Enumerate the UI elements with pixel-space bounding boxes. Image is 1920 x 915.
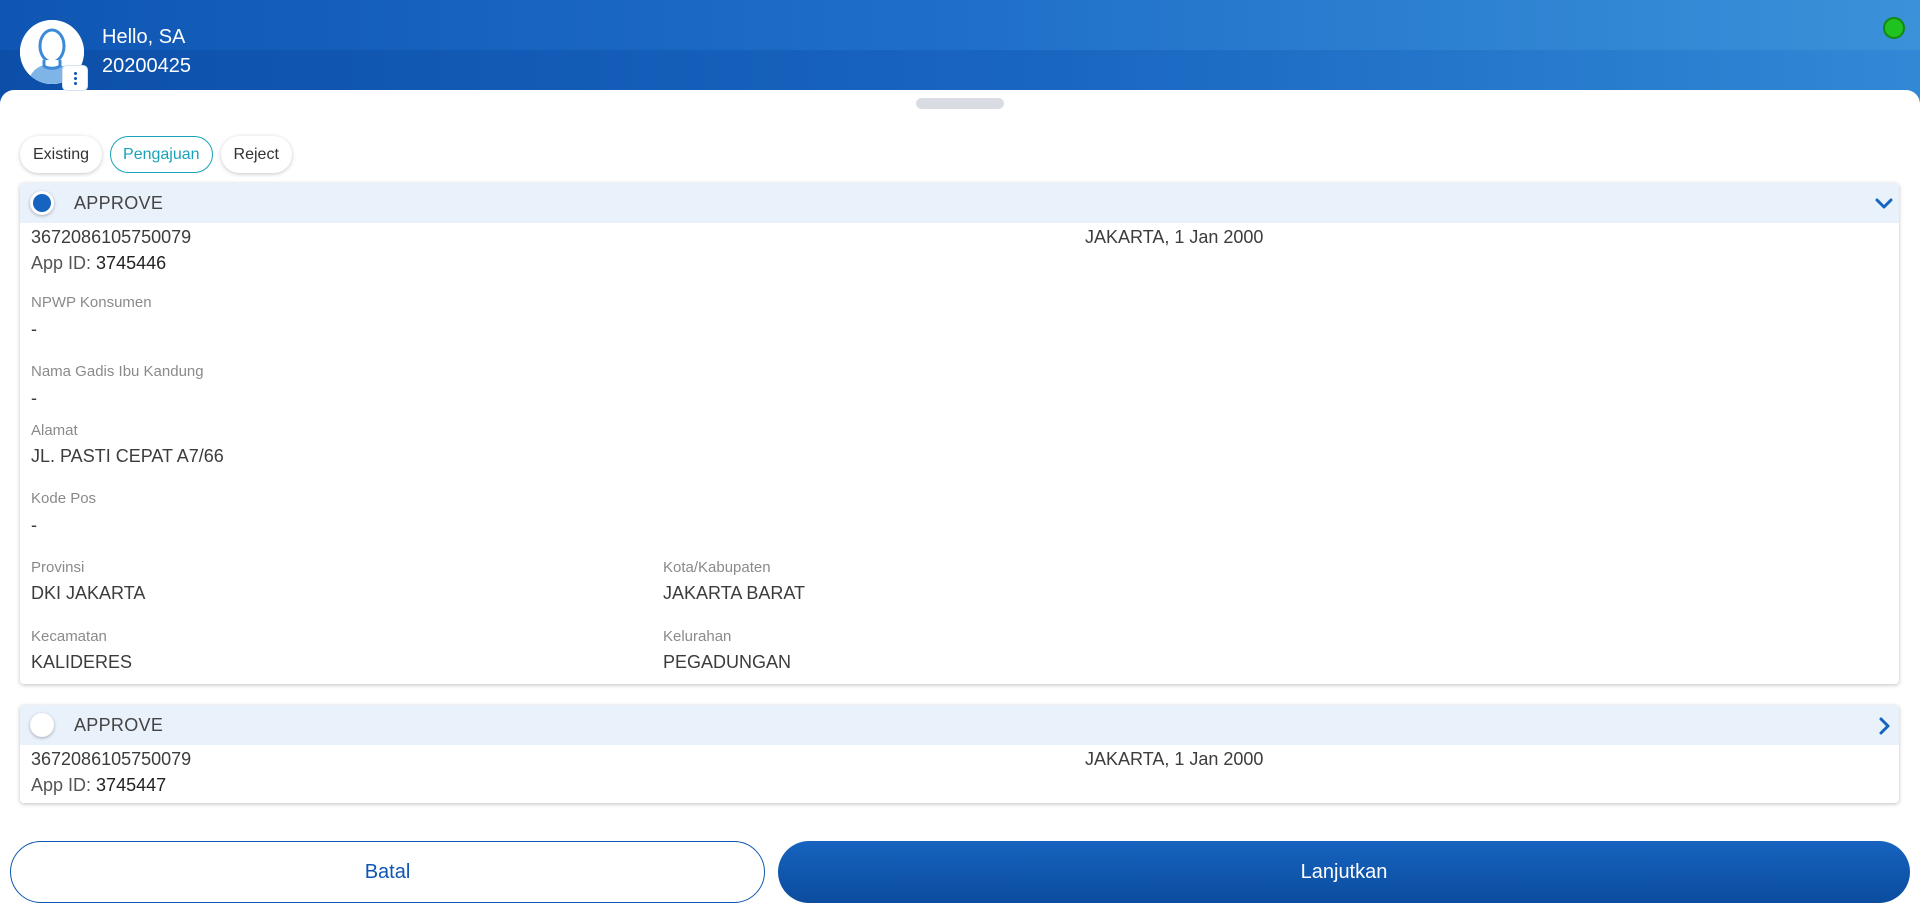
address-label: Alamat <box>31 422 78 439</box>
more-vertical-icon[interactable] <box>63 66 87 90</box>
tab-pengajuan[interactable]: Pengajuan <box>110 136 213 173</box>
city-label: Kota/Kabupaten <box>663 559 771 576</box>
online-status-indicator <box>1883 17 1905 39</box>
app-id-label: App ID: <box>31 775 92 795</box>
chevron-right-icon[interactable] <box>1873 715 1895 737</box>
filter-tabs: Existing Pengajuan Reject <box>20 136 292 173</box>
app-id-label: App ID: <box>31 253 92 273</box>
drag-handle[interactable] <box>916 98 1004 109</box>
city-value: JAKARTA BARAT <box>663 583 806 603</box>
select-radio[interactable] <box>30 713 54 737</box>
province-value: DKI JAKARTA <box>31 583 146 603</box>
birth-info: JAKARTA, 1 Jan 2000 <box>1085 749 1264 769</box>
tab-reject[interactable]: Reject <box>220 136 292 173</box>
cancel-button[interactable]: Batal <box>10 841 765 903</box>
subdistrict-label: Kelurahan <box>663 628 732 645</box>
select-radio[interactable] <box>30 191 54 215</box>
nik-value: 3672086105750079 <box>31 227 192 247</box>
greeting-text: Hello, SA <box>102 26 186 48</box>
district-value: KALIDERES <box>31 652 133 672</box>
mother-name-label: Nama Gadis Ibu Kandung <box>31 363 204 380</box>
app-id: App ID: 3745446 <box>31 253 166 274</box>
application-status: APPROVE <box>74 192 164 213</box>
app-id: App ID: 3745447 <box>31 775 166 796</box>
district-label: Kecamatan <box>31 628 107 645</box>
postal-code-label: Kode Pos <box>31 490 97 507</box>
user-id: 20200425 <box>102 55 191 77</box>
chevron-down-icon[interactable] <box>1873 193 1895 215</box>
postal-code-value: - <box>31 515 37 535</box>
bottom-sheet: Existing Pengajuan Reject APPROVE 367208… <box>0 90 1920 915</box>
application-card: APPROVE 3672086105750079 JAKARTA, 1 Jan … <box>20 705 1899 803</box>
continue-button[interactable]: Lanjutkan <box>778 841 1910 903</box>
province-label: Provinsi <box>31 559 85 576</box>
application-status: APPROVE <box>74 714 164 735</box>
card-header[interactable]: APPROVE <box>20 705 1899 745</box>
npwp-label: NPWP Konsumen <box>31 294 152 311</box>
tab-existing[interactable]: Existing <box>20 136 103 173</box>
subdistrict-value: PEGADUNGAN <box>663 652 792 672</box>
card-header[interactable]: APPROVE <box>20 183 1899 223</box>
birth-info: JAKARTA, 1 Jan 2000 <box>1085 227 1264 247</box>
address-value: JL. PASTI CEPAT A7/66 <box>31 446 224 466</box>
mother-name-value: - <box>31 388 37 408</box>
app-id-value: 3745447 <box>96 775 167 795</box>
nik-value: 3672086105750079 <box>31 749 192 769</box>
app-header <box>0 0 1920 100</box>
npwp-value: - <box>31 319 37 339</box>
application-card: APPROVE 3672086105750079 JAKARTA, 1 Jan … <box>20 183 1899 684</box>
app-id-value: 3745446 <box>96 253 167 273</box>
